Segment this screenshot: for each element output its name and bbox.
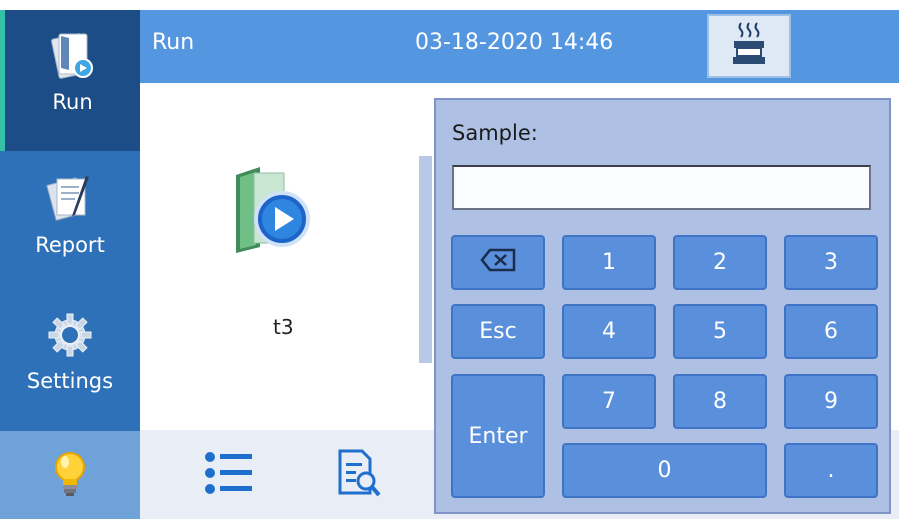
heater-icon [729, 20, 769, 72]
file-name: t3 [273, 315, 294, 339]
backspace-button[interactable] [451, 235, 545, 290]
key-decimal[interactable]: . [784, 443, 878, 498]
search-document-icon[interactable] [330, 446, 386, 500]
key-1[interactable]: 1 [562, 235, 656, 290]
key-0[interactable]: 0 [562, 443, 767, 498]
scrollbar[interactable] [419, 156, 432, 363]
key-5[interactable]: 5 [673, 304, 767, 359]
key-7[interactable]: 7 [562, 374, 656, 429]
key-2[interactable]: 2 [673, 235, 767, 290]
run-book-icon [43, 28, 103, 84]
backspace-icon [480, 248, 516, 278]
app-screen: Run Report Settings Run 03-18-2020 14:46… [0, 0, 899, 519]
gear-icon [40, 307, 100, 363]
page-title: Run [152, 30, 195, 55]
key-4[interactable]: 4 [562, 304, 656, 359]
play-folder-icon[interactable] [226, 163, 326, 255]
sidebar-item-light[interactable] [0, 431, 140, 519]
list-icon[interactable] [200, 446, 256, 500]
sidebar: Run Report Settings [0, 10, 140, 519]
key-6[interactable]: 6 [784, 304, 878, 359]
heater-button[interactable] [707, 14, 791, 78]
sidebar-item-run[interactable]: Run [0, 10, 140, 151]
esc-button[interactable]: Esc [451, 304, 545, 359]
sample-input[interactable] [452, 165, 871, 210]
sidebar-item-report[interactable]: Report [0, 151, 140, 291]
sidebar-item-settings[interactable]: Settings [0, 291, 140, 431]
lightbulb-icon [40, 447, 100, 503]
top-header: Run 03-18-2020 14:46 [140, 10, 899, 83]
report-icon [40, 169, 100, 225]
key-3[interactable]: 3 [784, 235, 878, 290]
sample-label: Sample: [452, 121, 538, 145]
key-8[interactable]: 8 [673, 374, 767, 429]
sidebar-item-label: Report [35, 233, 105, 257]
keypad-dialog: Sample: 1 2 3 Esc 4 5 6 Enter 7 8 9 0 . [434, 98, 891, 514]
sidebar-item-label: Settings [26, 369, 114, 393]
key-9[interactable]: 9 [784, 374, 878, 429]
enter-button[interactable]: Enter [451, 374, 545, 498]
sidebar-item-label: Run [52, 90, 93, 114]
datetime-display: 03-18-2020 14:46 [415, 30, 614, 55]
